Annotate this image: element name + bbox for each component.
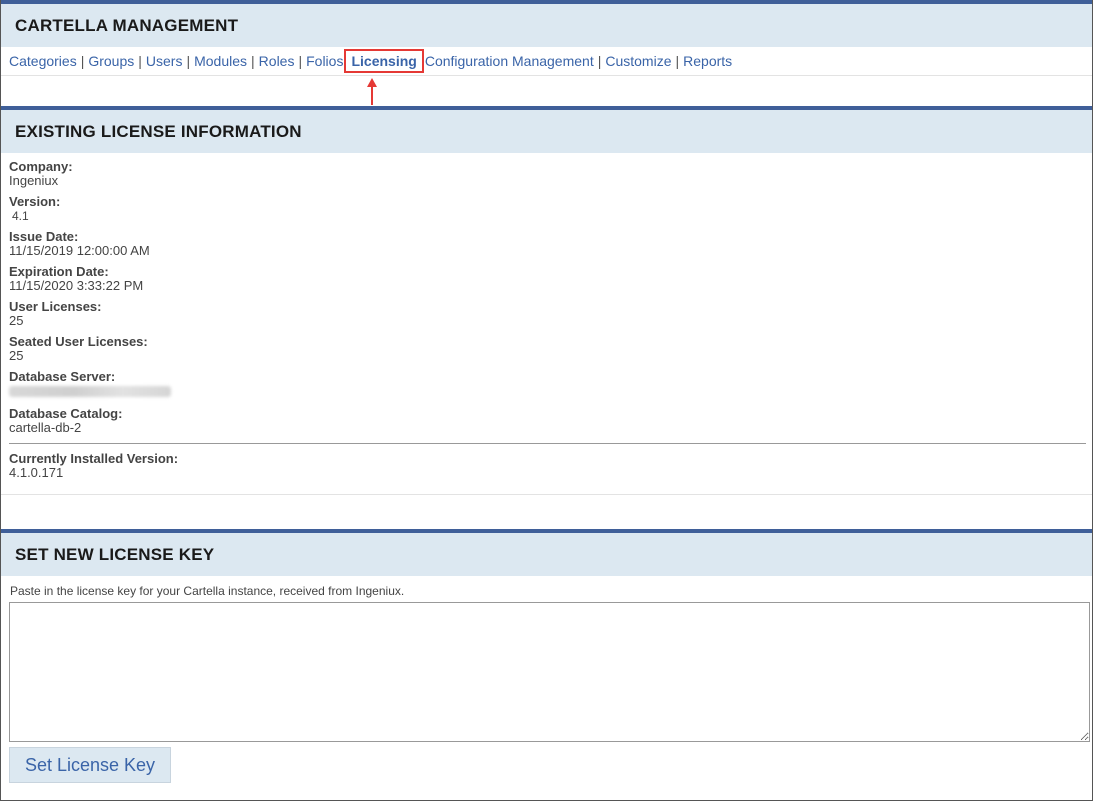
field-seated-user-licenses: Seated User Licenses: 25 [9, 334, 1092, 363]
nav-separator: | [186, 53, 191, 69]
set-license-key-button[interactable]: Set License Key [9, 747, 171, 783]
field-label: User Licenses: [9, 299, 102, 314]
nav-modules[interactable]: Modules [194, 53, 247, 69]
field-value: Ingeniux [9, 173, 59, 188]
field-installed-version: Currently Installed Version: 4.1.0.171 [9, 451, 1092, 480]
management-nav: Categories | Groups | Users | Modules | … [1, 47, 1092, 105]
field-issue-date: Issue Date: 11/15/2019 12:00:00 AM [9, 229, 1092, 258]
nav-separator: | [675, 53, 680, 69]
license-info-header: EXISTING LICENSE INFORMATION [1, 106, 1092, 153]
page-frame: CARTELLA MANAGEMENT Categories | Groups … [0, 0, 1093, 801]
nav-roles[interactable]: Roles [259, 53, 295, 69]
license-info-body: Company: Ingeniux Version: 4.1 Issue Dat… [1, 153, 1092, 495]
field-value: 11/15/2020 3:33:22 PM [9, 278, 144, 293]
field-value: cartella-db-2 [9, 420, 82, 435]
license-key-title: SET NEW LICENSE KEY [15, 544, 215, 564]
field-label: Database Catalog: [9, 406, 123, 421]
field-label: Company: [9, 159, 73, 174]
divider [9, 443, 1086, 444]
field-company: Company: Ingeniux [9, 159, 1092, 188]
nav-folios[interactable]: Folios [306, 53, 343, 69]
field-label: Version: [9, 194, 61, 209]
field-label: Currently Installed Version: [9, 451, 179, 466]
nav-reports[interactable]: Reports [683, 53, 732, 69]
field-value: 4.1.0.171 [9, 465, 64, 480]
nav-separator: | [80, 53, 85, 69]
arrow-up-icon [367, 78, 377, 105]
nav-categories[interactable]: Categories [9, 53, 77, 69]
field-label: Expiration Date: [9, 264, 109, 279]
field-value: 4.1 [12, 209, 29, 223]
divider [1, 486, 1092, 495]
field-user-licenses: User Licenses: 25 [9, 299, 1092, 328]
field-value-redacted [9, 384, 1092, 400]
nav-separator: | [597, 53, 602, 69]
nav-users[interactable]: Users [146, 53, 183, 69]
nav-separator: | [251, 53, 255, 69]
management-title: CARTELLA MANAGEMENT [15, 15, 239, 35]
field-value: 25 [9, 348, 24, 363]
nav-customize[interactable]: Customize [605, 53, 671, 69]
nav-separator: | [298, 53, 303, 69]
license-key-header: SET NEW LICENSE KEY [1, 529, 1092, 576]
field-expiration-date: Expiration Date: 11/15/2020 3:33:22 PM [9, 264, 1092, 293]
field-label: Seated User Licenses: [9, 334, 148, 349]
field-database-server: Database Server: [9, 369, 1092, 400]
field-version: Version: 4.1 [9, 194, 1092, 223]
field-database-catalog: Database Catalog: cartella-db-2 [9, 406, 1092, 435]
field-label: Database Server: [9, 369, 116, 384]
nav-separator: | [138, 53, 142, 69]
management-header: CARTELLA MANAGEMENT [1, 0, 1092, 47]
field-value: 11/15/2019 12:00:00 AM [9, 243, 150, 258]
field-value: 25 [9, 313, 24, 328]
license-key-input[interactable] [9, 602, 1090, 742]
nav-configuration-management[interactable]: Configuration Management [425, 53, 594, 69]
license-key-instructions: Paste in the license key for your Cartel… [10, 584, 405, 598]
redacted-value [9, 386, 171, 397]
nav-groups[interactable]: Groups [88, 53, 134, 69]
field-label: Issue Date: [9, 229, 79, 244]
nav-licensing[interactable]: Licensing [344, 49, 424, 73]
license-info-title: EXISTING LICENSE INFORMATION [15, 121, 302, 141]
